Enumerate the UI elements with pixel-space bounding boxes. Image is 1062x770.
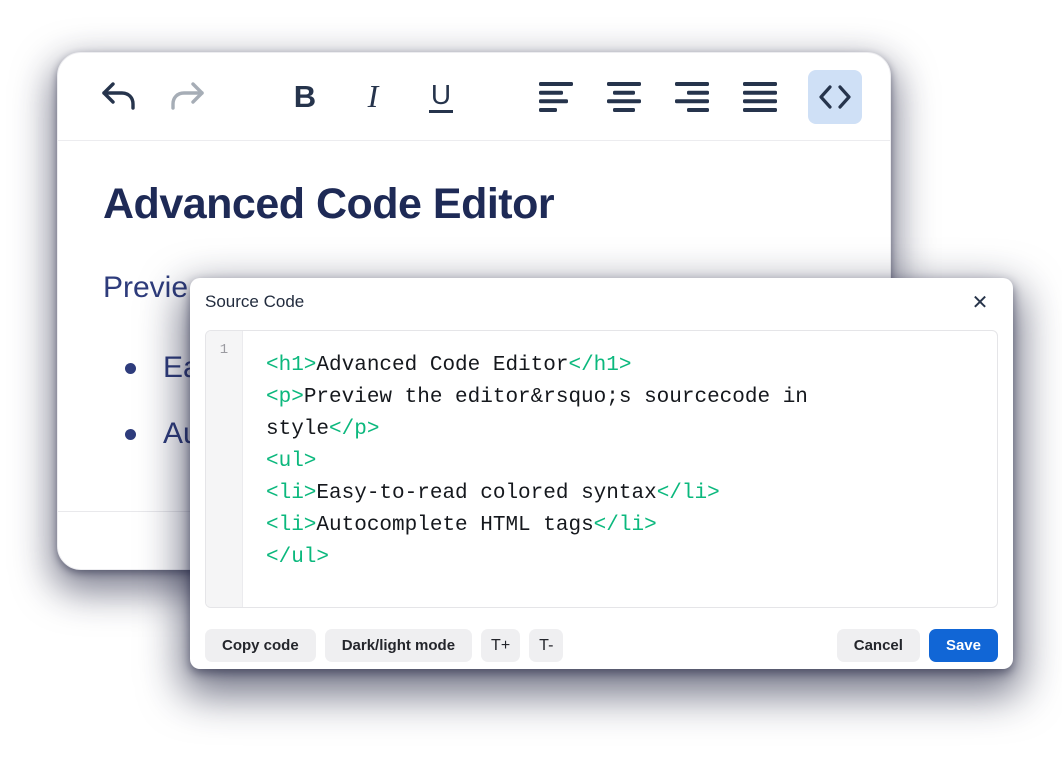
dialog-title: Source Code <box>205 292 304 311</box>
bullet-dot <box>125 363 136 374</box>
line-number: 1 <box>220 342 228 358</box>
code-line: </ul> <box>266 542 977 574</box>
code-line: <h1>Advanced Code Editor</h1> <box>266 350 977 382</box>
bullet-dot <box>125 429 136 440</box>
align-right-icon <box>675 82 709 112</box>
font-size-decrease-button[interactable]: T- <box>529 629 563 662</box>
dialog-footer: Copy code Dark/light mode T+ T- Cancel S… <box>205 629 998 662</box>
redo-icon <box>170 82 206 112</box>
page: B I U <box>0 0 1062 770</box>
document-heading: Advanced Code Editor <box>103 181 845 228</box>
source-code-icon <box>818 84 852 110</box>
dark-light-mode-button[interactable]: Dark/light mode <box>325 629 472 662</box>
code-line: <li>Autocomplete HTML tags</li> <box>266 510 977 542</box>
redo-button[interactable] <box>168 75 208 119</box>
align-right-button[interactable] <box>672 75 712 119</box>
align-center-button[interactable] <box>604 75 644 119</box>
underline-button[interactable]: U <box>421 75 461 119</box>
source-code-button[interactable] <box>808 70 862 124</box>
align-left-button[interactable] <box>536 75 576 119</box>
save-button[interactable]: Save <box>929 629 998 662</box>
close-button[interactable]: ✕ <box>963 286 997 320</box>
undo-button[interactable] <box>98 75 138 119</box>
code-line: <p>Preview the editor&rsquo;s sourcecode… <box>266 382 977 414</box>
underline-label: U <box>429 81 453 113</box>
align-justify-button[interactable] <box>740 75 780 119</box>
align-left-icon <box>539 82 573 112</box>
undo-icon <box>100 82 136 112</box>
dialog-header: Source Code ✕ <box>190 278 1013 330</box>
align-justify-icon <box>743 82 777 112</box>
editor-toolbar: B I U <box>58 53 890 141</box>
code-line: <li>Easy-to-read colored syntax</li> <box>266 478 977 510</box>
line-number-gutter: 1 <box>206 331 243 607</box>
source-code-dialog: Source Code ✕ 1 <h1>Advanced Code Editor… <box>190 278 1013 669</box>
code-line: <ul> <box>266 446 977 478</box>
cancel-button[interactable]: Cancel <box>837 629 920 662</box>
italic-button[interactable]: I <box>353 75 393 119</box>
copy-code-button[interactable]: Copy code <box>205 629 316 662</box>
code-lines[interactable]: <h1>Advanced Code Editor</h1><p>Preview … <box>243 331 997 607</box>
code-line: style</p> <box>266 414 977 446</box>
code-editor[interactable]: 1 <h1>Advanced Code Editor</h1><p>Previe… <box>205 330 998 608</box>
align-center-icon <box>607 82 641 112</box>
font-size-increase-button[interactable]: T+ <box>481 629 520 662</box>
bold-button[interactable]: B <box>285 75 325 119</box>
close-icon: ✕ <box>972 292 989 314</box>
